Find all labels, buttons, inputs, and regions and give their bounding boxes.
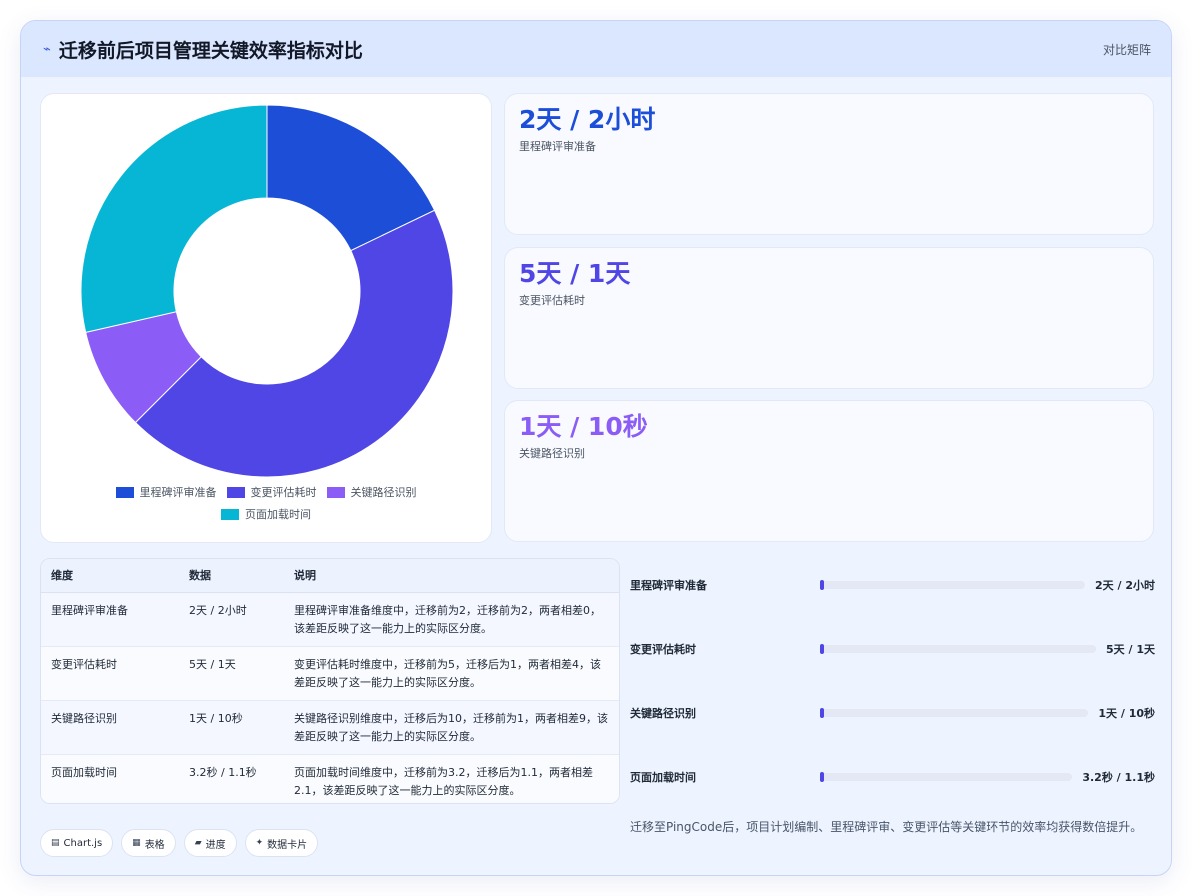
legend-label: 页面加载时间	[245, 508, 311, 521]
cell-dimension: 关键路径识别	[41, 700, 179, 755]
progress-track	[820, 644, 1097, 654]
progress-track	[820, 580, 1086, 590]
legend-item[interactable]: 变更评估耗时	[226, 484, 317, 500]
table-row: 关键路径识别 1天 / 10秒 关键路径识别维度中，迁移后为10，迁移前为1，两…	[41, 700, 619, 755]
chip-chartjs[interactable]: ▤ Chart.js	[40, 829, 114, 857]
table-row: 变更评估耗时 5天 / 1天 变更评估耗时维度中，迁移前为5，迁移后为1，两者相…	[41, 646, 619, 701]
comparison-table: 维度 数据 说明 里程碑评审准备 2天 / 2小时 里程碑评审准备维度中，迁移前…	[40, 558, 620, 804]
progress-row-page-load: 页面加载时间 3.2秒 / 1.1秒	[630, 767, 1155, 787]
table-icon: ▦	[132, 838, 141, 848]
cell-description: 变更评估耗时维度中，迁移前为5，迁移后为1，两者相差4，该差距反映了这一能力上的…	[284, 646, 619, 701]
column-header-dimension: 维度	[41, 559, 179, 593]
chip-label: 进度	[205, 839, 226, 851]
page-title: 迁移前后项目管理关键效率指标对比	[58, 39, 363, 62]
progress-label: 关键路径识别	[630, 707, 696, 720]
cell-data: 1天 / 10秒	[179, 700, 284, 755]
card-header: ⌁ 迁移前后项目管理关键效率指标对比 对比矩阵	[21, 21, 1171, 77]
progress-fill	[820, 644, 825, 654]
progress-fill	[820, 772, 825, 782]
legend-swatch	[326, 486, 345, 498]
legend-swatch	[226, 486, 245, 498]
chart-icon: ▤	[51, 838, 60, 848]
column-header-data: 数据	[179, 559, 284, 593]
progress-value: 1天 / 10秒	[1098, 707, 1155, 720]
cell-description: 关键路径识别维度中，迁移后为10，迁移前为1，两者相差9，该差距反映了这一能力上…	[284, 700, 619, 755]
kpi-label: 里程碑评审准备	[519, 140, 596, 153]
legend-item[interactable]: 里程碑评审准备	[115, 484, 217, 500]
cell-description: 里程碑评审准备维度中，迁移前为2，迁移前为2，两者相差0，该差距反映了这一能力上…	[284, 592, 619, 647]
kpi-value: 2天 / 2小时	[519, 105, 656, 134]
legend-label: 关键路径识别	[350, 486, 417, 499]
chip-data-cards[interactable]: ✦ 数据卡片	[244, 829, 319, 857]
table-header-row: 维度 数据 说明	[41, 559, 619, 593]
progress-label: 页面加载时间	[630, 771, 696, 784]
donut-chart	[80, 104, 454, 478]
summary-text: 迁移至PingCode后，项目计划编制、里程碑评审、变更评估等关键环节的效率均获…	[630, 820, 1143, 834]
progress-label: 变更评估耗时	[630, 643, 696, 656]
legend-label: 里程碑评审准备	[139, 486, 217, 499]
progress-track	[820, 772, 1073, 782]
progress-fill	[820, 580, 825, 590]
kpi-card-critical-path: 1天 / 10秒 关键路径识别	[504, 400, 1154, 542]
legend-item[interactable]: 关键路径识别	[326, 484, 417, 500]
kpi-value: 5天 / 1天	[519, 259, 631, 288]
kpi-label: 关键路径识别	[519, 447, 585, 460]
legend-swatch	[221, 508, 239, 520]
comparison-card: ⌁ 迁移前后项目管理关键效率指标对比 对比矩阵 里程碑评审准备 变更评估耗时 关键路…	[20, 20, 1172, 876]
progress-row-change: 变更评估耗时 5天 / 1天	[630, 639, 1155, 659]
chart-legend: 里程碑评审准备 变更评估耗时 关键路径识别页面加载时间	[41, 484, 491, 522]
donut-chart-panel: 里程碑评审准备 变更评估耗时 关键路径识别页面加载时间	[40, 93, 492, 543]
legend-label: 变更评估耗时	[250, 486, 317, 499]
chip-label: 数据卡片	[267, 839, 308, 851]
column-header-description: 说明	[284, 559, 619, 593]
chip-progress[interactable]: ▰ 进度	[183, 829, 237, 857]
kpi-card-milestone: 2天 / 2小时 里程碑评审准备	[504, 93, 1154, 235]
progress-row-critical-path: 关键路径识别 1天 / 10秒	[630, 703, 1155, 723]
progress-fill	[820, 708, 825, 718]
donut-slice[interactable]	[80, 104, 268, 333]
feature-chips: ▤ Chart.js ▦ 表格 ▰ 进度 ✦ 数据卡片	[40, 829, 319, 857]
cell-description: 页面加载时间维度中，迁移前为3.2，迁移后为1.1，两者相差2.1，该差距反映了…	[284, 754, 619, 803]
progress-value: 5天 / 1天	[1106, 643, 1155, 656]
progress-row-milestone: 里程碑评审准备 2天 / 2小时	[630, 575, 1155, 595]
cell-data: 5天 / 1天	[179, 646, 284, 701]
progress-track	[820, 708, 1089, 718]
header-tag: 对比矩阵	[1102, 42, 1151, 57]
cell-dimension: 页面加载时间	[41, 754, 179, 803]
kpi-card-change: 5天 / 1天 变更评估耗时	[504, 247, 1154, 389]
cell-data: 3.2秒 / 1.1秒	[179, 754, 284, 803]
kpi-label: 变更评估耗时	[519, 294, 585, 307]
chip-label: 表格	[144, 839, 165, 851]
table-row: 里程碑评审准备 2天 / 2小时 里程碑评审准备维度中，迁移前为2，迁移前为2，…	[41, 592, 619, 647]
progress-value: 3.2秒 / 1.1秒	[1082, 771, 1155, 784]
sparkle-icon: ✦	[255, 838, 264, 848]
cell-data: 2天 / 2小时	[179, 592, 284, 647]
cell-dimension: 变更评估耗时	[41, 646, 179, 701]
kpi-value: 1天 / 10秒	[519, 412, 648, 441]
progress-icon: ▰	[194, 838, 202, 848]
chip-table[interactable]: ▦ 表格	[121, 829, 176, 857]
cell-dimension: 里程碑评审准备	[41, 592, 179, 647]
progress-value: 2天 / 2小时	[1095, 579, 1155, 592]
legend-item[interactable]: 页面加载时间	[221, 506, 311, 522]
bolt-icon: ⌁	[43, 41, 51, 57]
table-row: 页面加载时间 3.2秒 / 1.1秒 页面加载时间维度中，迁移前为3.2，迁移后…	[41, 754, 619, 803]
progress-label: 里程碑评审准备	[630, 579, 707, 592]
chip-label: Chart.js	[63, 837, 103, 849]
legend-swatch	[115, 486, 134, 498]
